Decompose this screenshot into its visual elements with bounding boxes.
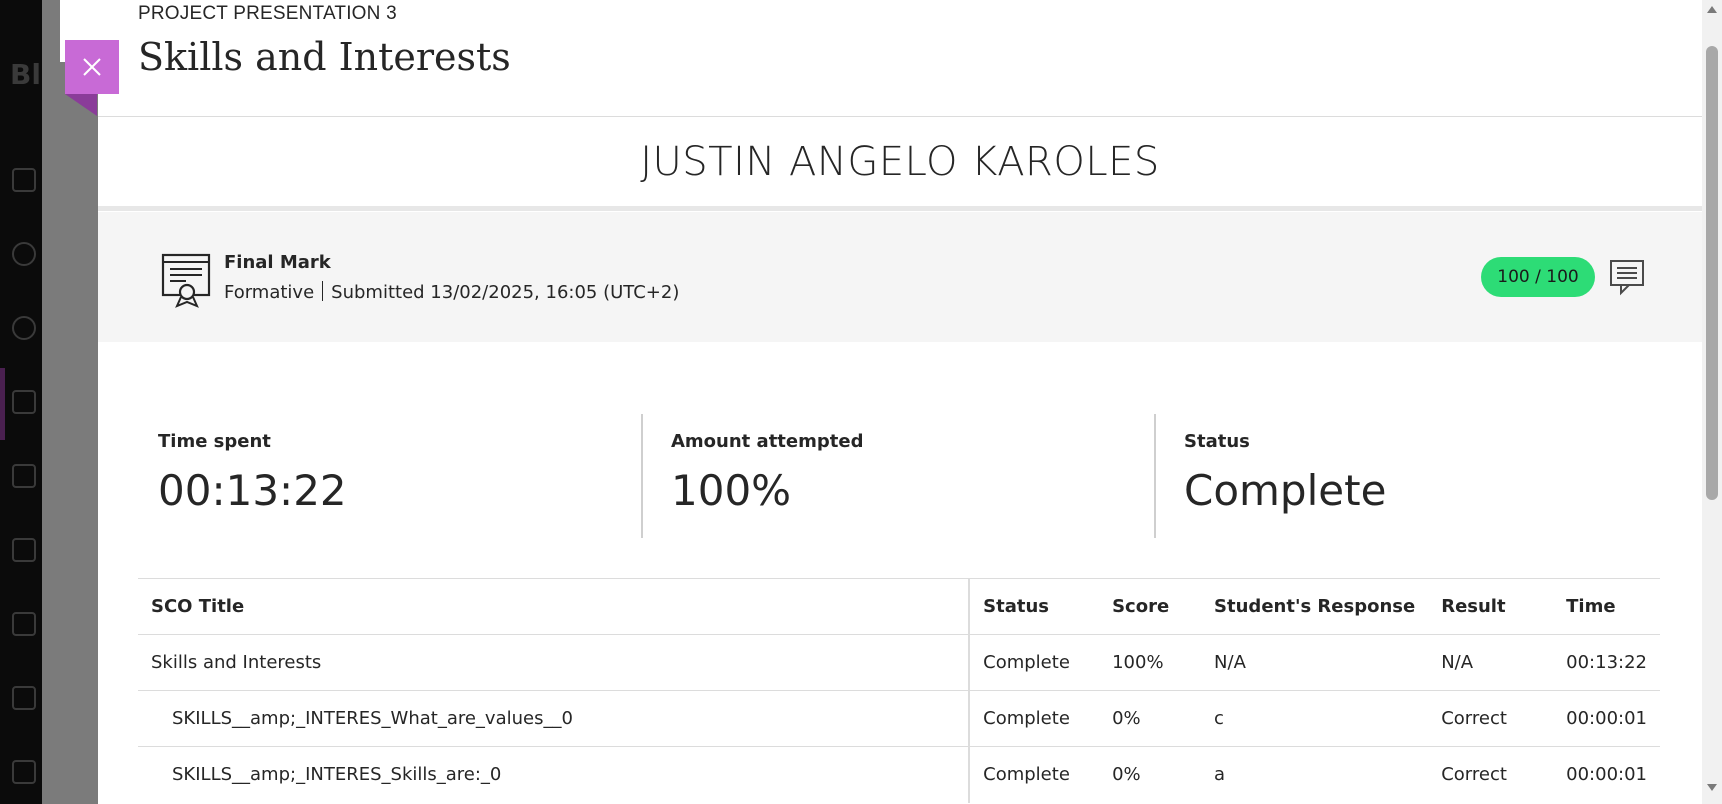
messages-icon [12,538,36,562]
column-header-score: Score [1099,578,1202,635]
app-sidebar: Bl [0,0,42,804]
page-title: Skills and Interests [138,35,511,79]
close-icon [83,58,101,76]
cell-time: 00:00:01 [1553,690,1660,747]
cell-result: N/A [1428,634,1554,691]
cell-score: 0% [1099,690,1202,747]
score-badge[interactable]: 100 / 100 [1481,257,1595,297]
tools-icon [12,686,36,710]
column-header-sco-title: SCO Title [138,578,971,635]
cell-status: Complete [969,746,1100,803]
table-row: SKILLS__amp;_INTERES_Skills_are:_0 Compl… [138,746,1660,803]
meta-separator [322,281,324,301]
close-button-fold [65,94,97,116]
submitted-date: Submitted 13/02/2025, 16:05 (UTC+2) [331,282,680,303]
cell-response: a [1201,746,1429,803]
courses-icon [12,390,36,414]
cell-status: Complete [969,690,1100,747]
final-mark-label: Final Mark [224,252,331,273]
grades-icon [12,612,36,636]
column-header-response: Student's Response [1201,578,1429,635]
column-header-result: Result [1428,578,1554,635]
background-content-strip [42,0,108,804]
active-nav-indicator [0,368,5,440]
grade-type: Formative [224,282,315,303]
globe-icon [12,316,36,340]
cell-time: 00:00:01 [1553,746,1660,803]
cell-time: 00:13:22 [1553,634,1660,691]
table-row: SKILLS__amp;_INTERES_What_are_values__0 … [138,690,1660,747]
stat-label: Status [1184,431,1250,452]
institution-icon [12,168,36,192]
sco-table: SCO Title Status Score Student's Respons… [138,578,1660,803]
student-bar: JUSTIN ANGELO KAROLES [98,117,1702,211]
panel-header: PROJECT PRESENTATION 3 Skills and Intere… [98,0,1702,117]
certificate-icon [161,253,211,308]
attempt-stats: Time spent 00:13:22 Amount attempted 100… [98,414,1702,538]
stat-time-spent: Time spent 00:13:22 [158,414,347,538]
close-button[interactable] [65,40,119,94]
cell-response: N/A [1201,634,1429,691]
feedback-icon[interactable] [1609,258,1645,296]
stat-label: Time spent [158,431,271,452]
final-mark-row: Final Mark Formative Submitted 13/02/2025… [98,212,1702,342]
stat-label: Amount attempted [671,431,864,452]
cell-status: Complete [969,634,1100,691]
stat-divider [1154,414,1156,538]
stat-status: Status Complete [1184,414,1386,538]
cell-result: Correct [1428,746,1554,803]
scroll-down-arrow-icon[interactable] [1707,784,1717,791]
table-row: Skills and Interests Complete 100% N/A N… [138,634,1660,691]
student-name: JUSTIN ANGELO KAROLES [640,138,1160,185]
cell-result: Correct [1428,690,1554,747]
final-mark-text: Final Mark Formative Submitted 13/02/2025… [224,252,679,303]
cell-sco-title: SKILLS__amp;_INTERES_What_are_values__0 [138,690,971,747]
stat-amount-attempted: Amount attempted 100% [671,414,863,538]
scroll-thumb[interactable] [1706,46,1718,500]
cell-sco-title: SKILLS__amp;_INTERES_Skills_are:_0 [138,746,971,803]
sign-out-icon [12,760,36,784]
breadcrumb: PROJECT PRESENTATION 3 [138,3,397,24]
table-header-row: SCO Title Status Score Student's Respons… [138,578,1660,635]
column-header-time: Time [1553,578,1660,635]
cell-response: c [1201,690,1429,747]
stat-value: Complete [1184,466,1387,515]
stat-value: 00:13:22 [158,466,347,515]
calendar-icon [12,464,36,488]
cell-score: 0% [1099,746,1202,803]
cell-sco-title: Skills and Interests [138,634,971,691]
stat-divider [641,414,643,538]
final-mark-meta: Formative Submitted 13/02/2025, 16:05 (UT… [224,281,679,303]
stat-value: 100% [671,466,792,515]
scrollbar[interactable] [1702,0,1722,804]
column-header-status: Status [969,578,1100,635]
app-logo: Bl [10,58,41,91]
scroll-up-arrow-icon[interactable] [1707,6,1717,13]
profile-icon [12,242,36,266]
cell-score: 100% [1099,634,1202,691]
